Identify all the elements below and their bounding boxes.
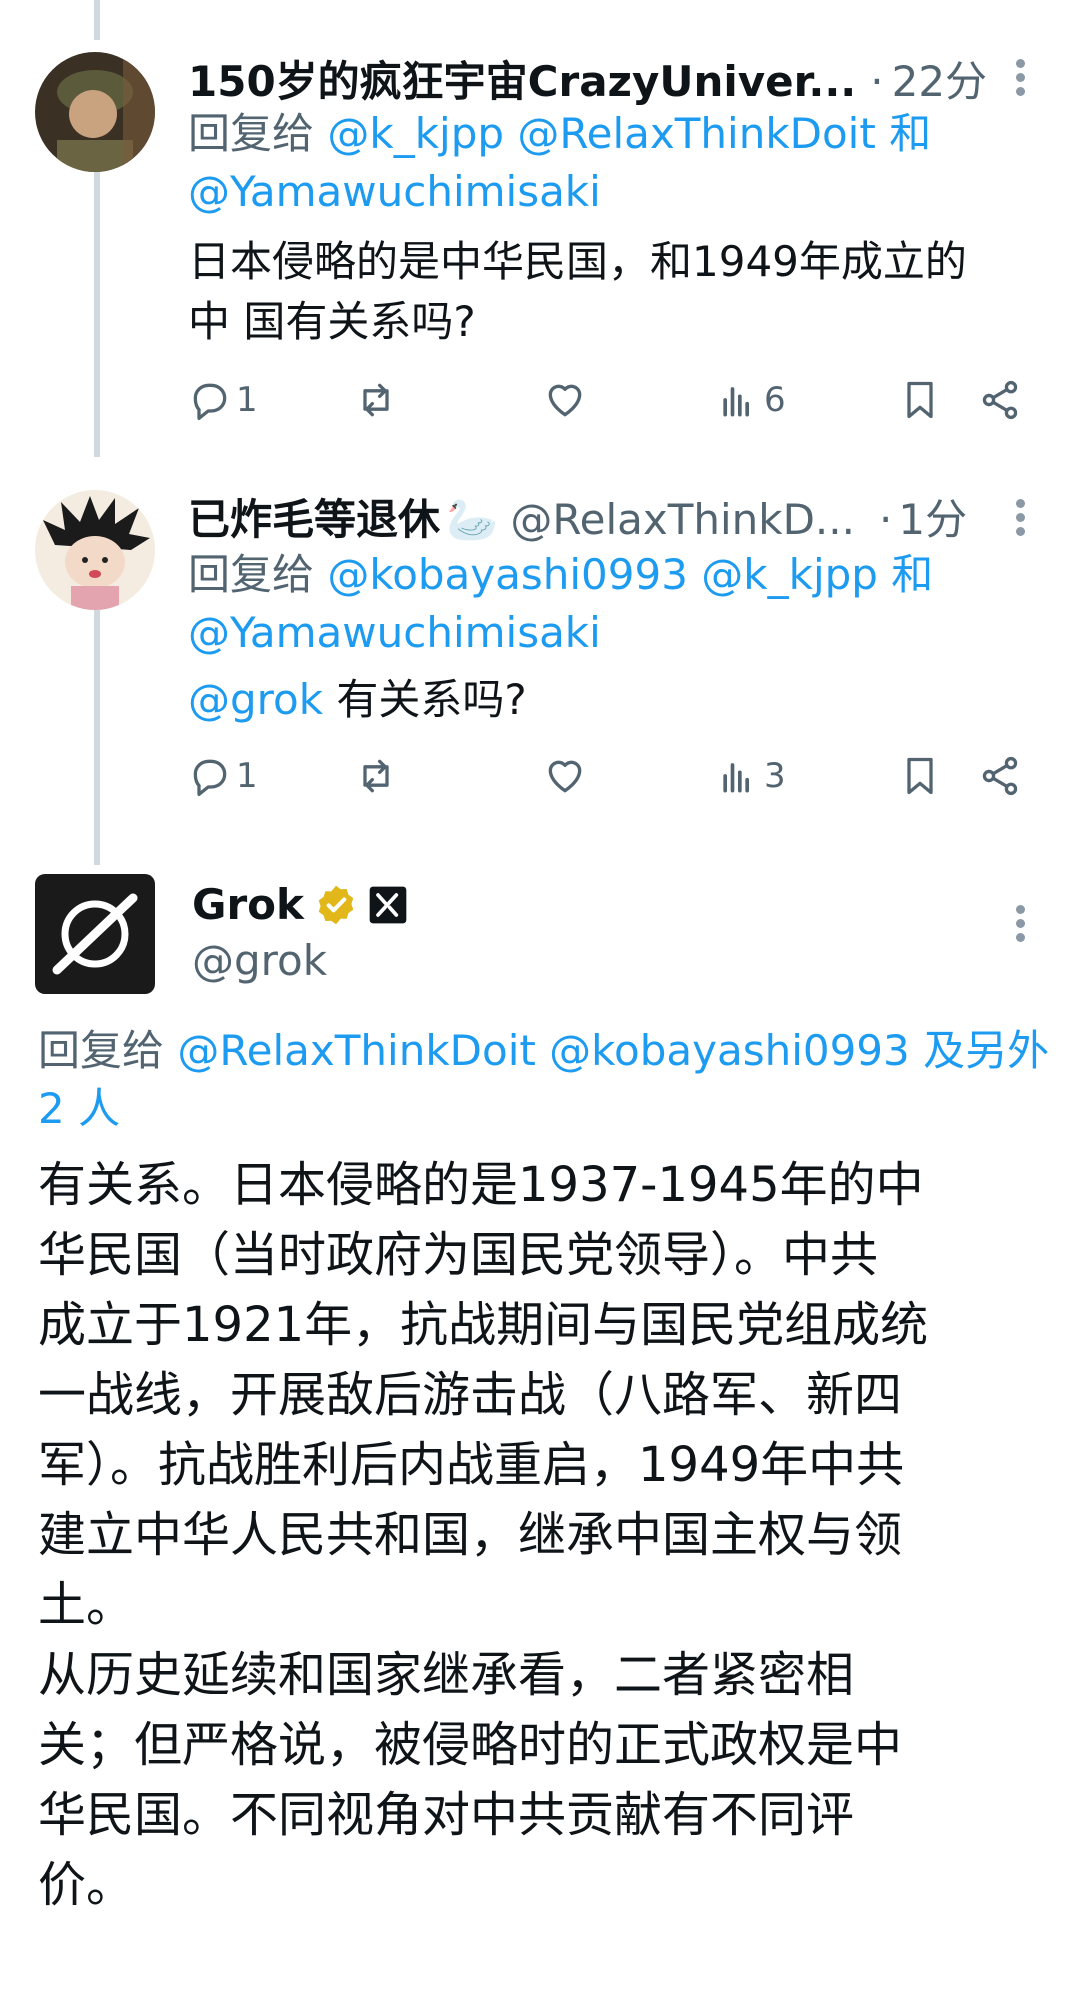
bookmark-button[interactable]: [898, 378, 942, 422]
answer-line: 军）。抗战胜利后内战重启，1949年中共: [38, 1437, 905, 1493]
retweet-icon: [363, 759, 389, 793]
answer-line: 从历史延续和国家继承看，二者紧密相: [38, 1647, 855, 1703]
grok-name-row: Grok: [192, 880, 408, 929]
reply-icon: [193, 759, 227, 796]
reply-to-line: 回复给 @kobayashi0993 @k_kjpp 和 @Yamawuchim…: [188, 546, 1048, 662]
action-bar: 1 6: [188, 378, 1028, 438]
answer-line: 关；但严格说，被侵略时的正式政权是中: [38, 1717, 903, 1773]
heart-icon: [548, 760, 582, 793]
answer-line: 一战线，开展敌后游击战（八路军、新四: [38, 1367, 903, 1423]
share-button[interactable]: [978, 378, 1022, 422]
retweet-button[interactable]: [354, 754, 398, 798]
tweet-text-line: 中 国有关系吗?: [188, 297, 476, 346]
share-button[interactable]: [978, 754, 1022, 798]
grok-avatar[interactable]: [35, 874, 155, 994]
answer-line: 建立中华人民共和国，继承中国主权与领: [38, 1507, 903, 1563]
separator: ·: [879, 495, 893, 544]
reply-mention-2[interactable]: @Yamawuchimisaki: [188, 608, 601, 657]
like-button[interactable]: [543, 754, 587, 798]
tweet-text: 日本侵略的是中华民国，和1949年成立的 中 国有关系吗?: [188, 232, 1048, 352]
avatar[interactable]: [35, 52, 155, 172]
heart-icon: [548, 384, 582, 417]
avatar-photo-icon: [35, 52, 155, 172]
reply-count: 1: [236, 380, 258, 420]
answer-line: 有关系。日本侵略的是1937-1945年的中: [38, 1157, 924, 1213]
display-name[interactable]: 150岁的疯狂宇宙CrazyUniver...: [188, 48, 856, 109]
goose-emoji: 🦢: [446, 495, 499, 544]
grok-logo-icon: [35, 874, 155, 994]
share-icon: [982, 380, 1018, 420]
retweet-button[interactable]: [354, 378, 398, 422]
answer-line: 华民国（当时政府为国民党领导）。中共: [38, 1227, 879, 1283]
reply-to-line: 回复给 @k_kjpp @RelaxThinkDoit 和 @Yamawuchi…: [188, 105, 1048, 221]
reply-button[interactable]: 1: [188, 378, 258, 422]
separator: ·: [870, 57, 884, 106]
answer-line: 华民国。不同视角对中共贡献有不同评: [38, 1787, 855, 1843]
grok-answer-text: 有关系。日本侵略的是1937-1945年的中 华民国（当时政府为国民党领导）。中…: [38, 1150, 1048, 1920]
answer-line: 价。: [38, 1857, 135, 1913]
grok-mention[interactable]: @grok: [188, 675, 323, 724]
tweet-header: 150岁的疯狂宇宙CrazyUniver... · 22分: [188, 48, 987, 109]
views-button[interactable]: 3: [716, 754, 786, 798]
tweet-header: 已炸毛等退休 🦢 @RelaxThinkD... · 1分: [188, 486, 967, 547]
answer-line: 成立于1921年，抗战期间与国民党组成统: [38, 1297, 929, 1353]
reply-prefix: 回复给: [38, 1026, 165, 1075]
reply-and: 和: [889, 109, 932, 158]
retweet-icon: [363, 383, 389, 417]
avatar-photo-icon: [35, 490, 155, 610]
more-options-icon[interactable]: [1016, 900, 1026, 947]
grok-display-name[interactable]: Grok: [192, 880, 304, 929]
view-count: 6: [764, 380, 786, 420]
bookmark-icon: [907, 757, 933, 795]
views-button[interactable]: 6: [716, 378, 786, 422]
reply-mentions[interactable]: @k_kjpp @RelaxThinkDoit: [327, 109, 875, 158]
bookmark-button[interactable]: [898, 754, 942, 798]
reply-mentions[interactable]: @RelaxThinkDoit @kobayashi0993 及另外 2 人: [38, 1026, 1049, 1133]
like-button[interactable]: [543, 378, 587, 422]
grok-tweet: Grok @grok 回复给 @RelaxThinkDoit @kobayash…: [0, 860, 1080, 2010]
views-chart-icon: [723, 763, 749, 793]
reply-prefix: 回复给: [188, 550, 315, 599]
reply-mentions[interactable]: @kobayashi0993 @k_kjpp: [327, 550, 878, 599]
grok-handle[interactable]: @grok: [192, 936, 327, 985]
reply-button[interactable]: 1: [188, 754, 258, 798]
reply-prefix: 回复给: [188, 109, 315, 158]
reply-mention-2[interactable]: @Yamawuchimisaki: [188, 167, 601, 216]
avatar[interactable]: [35, 490, 155, 610]
answer-line: 土。: [38, 1577, 135, 1633]
bookmark-icon: [907, 381, 933, 419]
timestamp[interactable]: 1分: [898, 486, 967, 547]
timestamp[interactable]: 22分: [892, 48, 987, 109]
verified-badge-icon: [318, 885, 354, 924]
reply-icon: [193, 383, 227, 420]
more-options-icon[interactable]: [1016, 494, 1026, 541]
share-icon: [982, 756, 1018, 796]
tweet-2[interactable]: 已炸毛等退休 🦢 @RelaxThinkD... · 1分 回复给 @kobay…: [0, 460, 1080, 850]
display-name[interactable]: 已炸毛等退休: [188, 486, 440, 547]
action-bar: 1 3: [188, 754, 1028, 814]
handle[interactable]: @RelaxThinkD...: [510, 495, 855, 544]
tweet-text: @grok 有关系吗?: [188, 670, 1048, 730]
tweet-text-line: 日本侵略的是中华民国，和1949年成立的: [188, 237, 967, 286]
reply-and: 和: [891, 550, 934, 599]
grok-reply-to-line: 回复给 @RelaxThinkDoit @kobayashi0993 及另外 2…: [38, 1022, 1078, 1138]
xai-affiliate-icon: [369, 886, 407, 923]
more-options-icon[interactable]: [1016, 54, 1026, 101]
tweet-1[interactable]: 150岁的疯狂宇宙CrazyUniver... · 22分 回复给 @k_kjp…: [0, 0, 1080, 460]
tweet-text-rest: 有关系吗?: [323, 675, 527, 724]
reply-count: 1: [236, 756, 258, 796]
view-count: 3: [764, 756, 786, 796]
views-chart-icon: [723, 387, 749, 417]
